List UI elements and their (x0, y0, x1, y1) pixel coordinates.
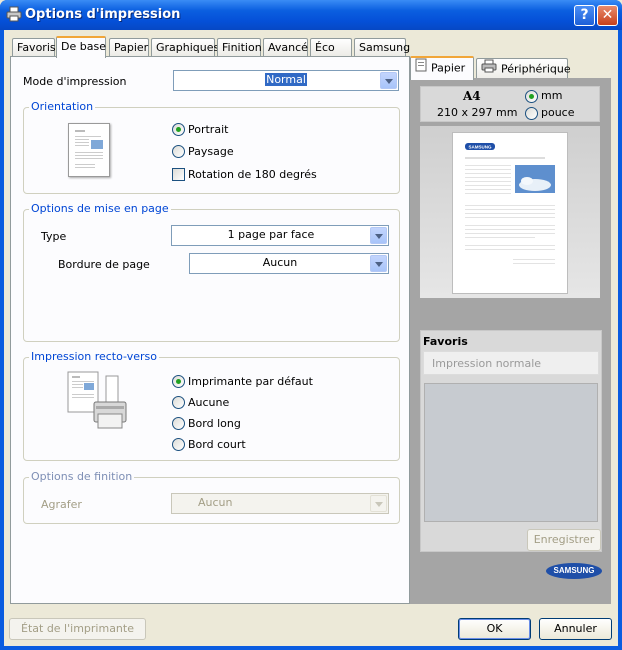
duplex-long-edge-radio[interactable] (172, 417, 185, 430)
finishing-title: Options de finition (29, 470, 135, 483)
preview-panel: A4 210 x 297 mm mm pouce SAMSUNG Favoris… (410, 78, 611, 604)
tab-eco[interactable]: Éco (310, 38, 352, 56)
cancel-button[interactable]: Annuler (539, 618, 612, 640)
duplex-short-edge-radio[interactable] (172, 438, 185, 451)
tab-papier[interactable]: Papier (109, 38, 149, 56)
favorites-title: Favoris (423, 335, 468, 348)
duplex-default-radio[interactable] (172, 375, 185, 388)
chevron-down-icon[interactable] (370, 495, 387, 512)
duplex-title: Impression recto-verso (29, 350, 159, 363)
duplex-long-edge-label[interactable]: Bord long (188, 417, 241, 430)
layout-options-group: Options de mise en page Type 1 page par … (23, 202, 400, 342)
orientation-landscape-label[interactable]: Paysage (188, 145, 234, 158)
tab-samsung[interactable]: Samsung (354, 38, 410, 56)
duplex-printer-icon (66, 370, 128, 432)
unit-mm-radio[interactable] (525, 90, 538, 103)
paper-info-box: A4 210 x 297 mm mm pouce (420, 86, 600, 122)
dialog-client: Favoris De base Papier Graphiques Finiti… (4, 30, 618, 646)
favorites-panel: Favoris Impression normale Enregistrer (420, 330, 602, 552)
print-options-window: Options d'impression ? ✕ Favoris De base… (0, 0, 622, 650)
page-preview: SAMSUNG (452, 132, 568, 294)
favorites-placeholder: Impression normale (432, 357, 542, 370)
chevron-down-icon[interactable] (370, 227, 387, 244)
favorites-input[interactable]: Impression normale (423, 351, 599, 375)
tab-paper-label: Papier (431, 61, 466, 75)
duplex-group: Impression recto-verso Imprimante par dé… (23, 350, 400, 461)
basic-tab-panel: Mode d'impression Normal Orientation Por… (10, 56, 410, 604)
orientation-title: Orientation (29, 100, 96, 113)
paper-dimensions: 210 x 297 mm (437, 106, 518, 119)
print-mode-value: Normal (265, 73, 307, 86)
page-border-value: Aucun (262, 256, 298, 269)
unit-mm-label[interactable]: mm (541, 89, 562, 102)
close-button[interactable]: ✕ (597, 5, 618, 26)
window-title: Options d'impression (25, 7, 181, 22)
orientation-group: Orientation Portrait Paysage Rotation de… (23, 100, 400, 194)
finishing-group: Options de finition Agrafer Aucun (23, 470, 400, 524)
tab-device-preview[interactable]: Périphérique (476, 58, 571, 80)
orientation-portrait-radio[interactable] (172, 123, 185, 136)
print-mode-select[interactable]: Normal (173, 70, 399, 91)
layout-type-value: 1 page par face (227, 228, 315, 241)
duplex-default-label[interactable]: Imprimante par défaut (188, 375, 313, 388)
favorites-list[interactable] (424, 383, 598, 522)
tab-de-base[interactable]: De base (56, 36, 106, 58)
tab-avance[interactable]: Avancé (263, 38, 308, 56)
layout-type-label: Type (41, 230, 67, 243)
orientation-landscape-radio[interactable] (172, 145, 185, 158)
save-favorite-button[interactable]: Enregistrer (527, 529, 601, 551)
page-border-label: Bordure de page (58, 258, 150, 271)
duplex-short-edge-label[interactable]: Bord court (188, 438, 246, 451)
paper-icon (415, 58, 427, 79)
page-preview-area: SAMSUNG (420, 126, 600, 298)
tab-favoris[interactable]: Favoris (12, 38, 56, 56)
samsung-logo: SAMSUNG (546, 563, 602, 579)
paper-size: A4 (463, 89, 481, 103)
layout-type-select[interactable]: 1 page par face (171, 225, 389, 246)
preview-logo: SAMSUNG (468, 145, 492, 150)
help-button[interactable]: ? (574, 5, 595, 26)
page-border-select[interactable]: Aucun (189, 253, 389, 274)
staple-label: Agrafer (41, 498, 82, 511)
rotate-180-label[interactable]: Rotation de 180 degrés (188, 168, 317, 181)
chevron-down-icon[interactable] (380, 72, 397, 89)
title-bar[interactable]: Options d'impression ? ✕ (0, 0, 622, 30)
tab-finition[interactable]: Finition (217, 38, 262, 56)
layout-options-title: Options de mise en page (29, 202, 171, 215)
printer-icon (481, 59, 497, 80)
unit-inch-radio[interactable] (525, 107, 538, 120)
printer-icon (6, 6, 22, 22)
duplex-none-radio[interactable] (172, 396, 185, 409)
staple-value: Aucun (198, 496, 233, 509)
tab-paper-preview[interactable]: Papier (410, 56, 474, 80)
tab-device-label: Périphérique (501, 62, 571, 76)
chevron-down-icon[interactable] (370, 255, 387, 272)
ok-button[interactable]: OK (458, 618, 531, 640)
staple-select[interactable]: Aucun (171, 493, 389, 514)
print-mode-label: Mode d'impression (23, 75, 127, 88)
duplex-none-label[interactable]: Aucune (188, 396, 229, 409)
orientation-portrait-label[interactable]: Portrait (188, 123, 228, 136)
printer-status-button[interactable]: État de l'imprimante (9, 618, 146, 640)
unit-inch-label[interactable]: pouce (541, 106, 575, 119)
portrait-page-icon (68, 123, 110, 177)
tab-graphiques[interactable]: Graphiques (151, 38, 219, 56)
rotate-180-checkbox[interactable] (172, 168, 185, 181)
